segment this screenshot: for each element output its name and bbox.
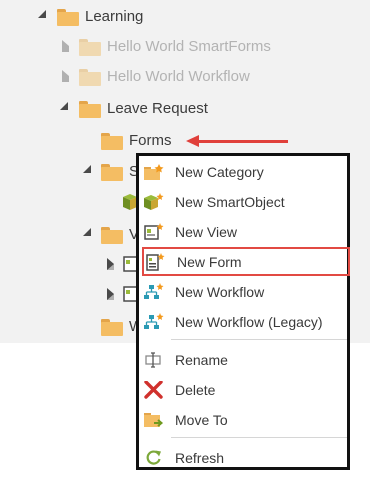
menu-item-delete[interactable]: Delete [139,375,347,405]
rename-icon [145,352,161,368]
menu-item-label: New Form [177,254,242,270]
expanded-arrow-icon[interactable] [59,101,69,111]
menu-item-label: New Category [175,164,264,180]
menu-item-label: Rename [175,352,228,368]
menu-item-new-category[interactable]: New Category [139,157,347,187]
tree-node-view-item[interactable] [0,250,139,280]
collapsed-arrow-icon[interactable] [60,70,70,82]
menu-item-rename[interactable]: Rename [139,345,347,375]
move-to-icon [144,413,164,427]
tree-node-label: Forms [129,132,172,149]
expanded-arrow-icon[interactable] [37,9,47,19]
new-category-icon [144,164,164,180]
menu-item-label: New View [175,224,237,240]
folder-icon [79,69,101,86]
folder-icon [101,164,123,181]
menu-item-refresh[interactable]: Refresh [139,443,347,473]
tree-node-label: Leave Request [107,100,208,117]
tree-node-hello-world-workflow[interactable]: Hello World Workflow [0,62,370,92]
new-workflow-legacy-icon [144,313,164,329]
expanded-arrow-icon[interactable] [82,227,92,237]
tree-node-hello-world-smartforms[interactable]: Hello World SmartForms [0,32,370,62]
folder-icon [79,39,101,56]
folder-icon [101,133,123,150]
tree-node-label: Hello World Workflow [107,68,250,85]
menu-item-move-to[interactable]: Move To [139,405,347,435]
tree-node-workflows[interactable]: W [0,312,143,342]
collapsed-arrow-icon[interactable] [105,258,115,270]
new-view-icon [144,223,164,240]
folder-icon [101,319,123,336]
tree-node-forms[interactable]: Forms [0,126,185,156]
expanded-arrow-icon[interactable] [82,164,92,174]
tree-node-view-item[interactable] [0,280,139,310]
pointer-arrow-line [198,140,288,143]
new-smartobject-icon [144,193,164,210]
context-menu: New Category New SmartObject New View Ne… [136,153,350,470]
tree-node-label: Learning [85,8,144,25]
tree-node-views[interactable]: V [0,220,139,250]
tree-node-learning[interactable]: Learning [0,2,370,32]
folder-icon [79,101,101,118]
pointer-arrow-icon [186,135,199,147]
collapsed-arrow-icon[interactable] [60,40,70,52]
menu-item-label: New Workflow [175,284,265,300]
menu-item-label: Move To [175,412,228,428]
menu-separator [171,339,347,340]
menu-separator [171,437,347,438]
folder-icon [57,9,79,26]
menu-item-new-workflow-legacy[interactable]: New Workflow (Legacy) [139,307,347,337]
folder-icon [101,227,123,244]
tree-node-leave-request[interactable]: Leave Request [0,94,370,124]
new-workflow-icon [144,283,164,299]
menu-item-new-smartobject[interactable]: New SmartObject [139,187,347,217]
tree-node-smartobjects[interactable]: S [0,157,139,187]
menu-item-new-form[interactable]: New Form [142,247,350,276]
delete-icon [144,381,163,399]
new-form-icon [146,253,165,271]
menu-item-label: Delete [175,382,216,398]
menu-item-new-workflow[interactable]: New Workflow [139,277,347,307]
refresh-icon [146,450,161,465]
collapsed-arrow-icon[interactable] [105,288,115,300]
menu-item-label: New SmartObject [175,194,285,210]
menu-item-label: Refresh [175,450,225,466]
tree-node-label: Hello World SmartForms [107,38,271,55]
menu-item-new-view[interactable]: New View [139,217,347,247]
menu-item-label: New Workflow (Legacy) [175,314,323,330]
